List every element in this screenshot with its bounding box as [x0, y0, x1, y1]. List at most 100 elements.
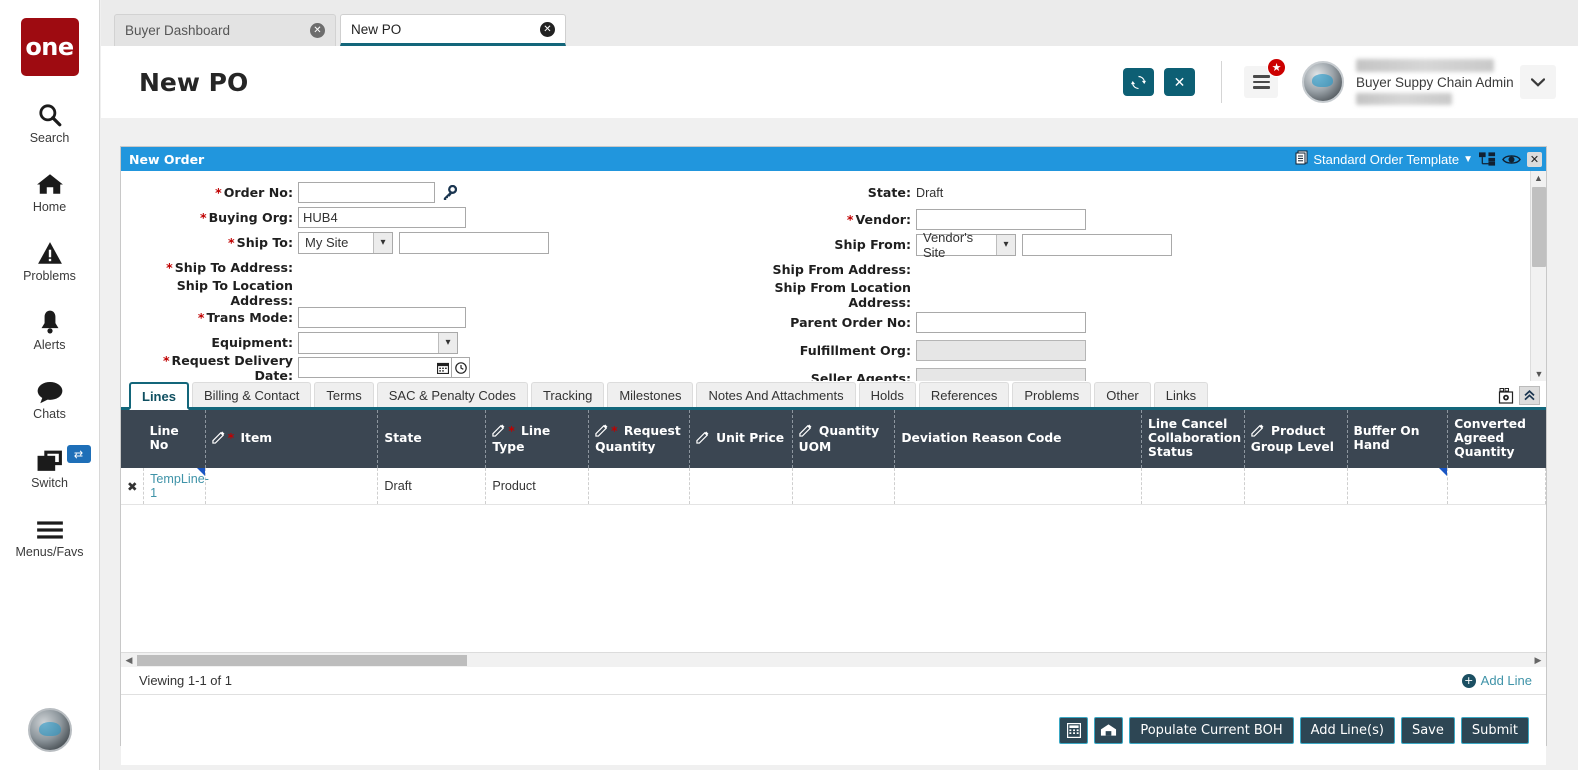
tab-new-po[interactable]: New PO ✕: [340, 14, 566, 46]
tab-tracking[interactable]: Tracking: [531, 382, 604, 407]
column-header-request-quantity[interactable]: * Request Quantity: [589, 410, 690, 468]
column-header-item[interactable]: * Item: [205, 410, 378, 468]
parent-order-no-input[interactable]: [916, 312, 1086, 333]
vendor-input[interactable]: [916, 209, 1086, 230]
field-label: *Ship To Address:: [121, 260, 298, 275]
scroll-down-arrow-icon[interactable]: ▼: [1531, 367, 1546, 381]
rail-item-search[interactable]: Search: [0, 98, 100, 145]
tab-billing-contact[interactable]: Billing & Contact: [192, 382, 311, 407]
column-header-quantity-uom[interactable]: Quantity UOM: [792, 410, 895, 468]
rail-item-problems[interactable]: Problems: [0, 236, 100, 283]
trans-mode-input[interactable]: [298, 307, 466, 328]
tab-references[interactable]: References: [919, 382, 1009, 407]
table-row[interactable]: ✖ TempLine-1 Draft Product: [121, 468, 1546, 505]
cell-quantity-uom[interactable]: [792, 468, 895, 505]
calculator-button[interactable]: [1059, 717, 1088, 744]
lines-grid-container: Line No * Item State * Line Type * Reque…: [121, 410, 1546, 667]
header-actions: ✕ ★ Buyer Suppy Chain Admin: [1113, 59, 1578, 105]
clock-icon[interactable]: [452, 357, 470, 378]
ship-to-input[interactable]: [399, 232, 549, 254]
cell-item[interactable]: [205, 468, 378, 505]
gear-settings-icon[interactable]: [1495, 386, 1516, 405]
tab-notes-and-attachments[interactable]: Notes And Attachments: [696, 382, 855, 407]
cell-line-no[interactable]: TempLine-1: [144, 468, 206, 505]
form-vertical-scrollbar[interactable]: ▲ ▼: [1530, 171, 1546, 381]
rail-item-home[interactable]: Home: [0, 167, 100, 214]
scroll-left-arrow-icon[interactable]: ◀: [121, 655, 137, 666]
cell-request-quantity[interactable]: [589, 468, 690, 505]
hamburger-icon: [1253, 73, 1270, 90]
tab-buyer-dashboard[interactable]: Buyer Dashboard ✕: [114, 14, 336, 46]
close-button[interactable]: ✕: [1164, 68, 1195, 96]
tab-sac-penalty-codes[interactable]: SAC & Penalty Codes: [377, 382, 528, 407]
column-header-product-group-level[interactable]: Product Group Level: [1244, 410, 1347, 468]
order-template-selector[interactable]: Standard Order Template ▼: [1295, 150, 1473, 168]
tab-problems[interactable]: Problems: [1012, 382, 1091, 407]
ship-from-select[interactable]: Vendor's Site ▾: [916, 234, 1016, 256]
column-header-line-no[interactable]: Line No: [144, 410, 206, 468]
order-no-input[interactable]: [298, 182, 435, 203]
tab-milestones[interactable]: Milestones: [607, 382, 693, 407]
tab-lines[interactable]: Lines: [129, 382, 189, 410]
tab-terms[interactable]: Terms: [314, 382, 373, 407]
buying-org-input[interactable]: HUB4: [298, 207, 466, 228]
rail-item-menus-favs[interactable]: Menus/Favs: [0, 512, 100, 559]
page-header: New PO ✕ ★ Buyer Suppy Chain Admin: [101, 46, 1578, 118]
tab-label: Buyer Dashboard: [125, 23, 284, 38]
double-chevron-up-icon[interactable]: [1519, 386, 1540, 405]
field-ship-from: Ship From: Vendor's Site ▾: [741, 232, 1531, 257]
delete-row-icon[interactable]: ✖: [121, 468, 144, 505]
scrollbar-thumb[interactable]: [1532, 187, 1546, 267]
close-icon[interactable]: ✕: [310, 23, 325, 38]
column-header-unit-price[interactable]: Unit Price: [689, 410, 792, 468]
cell-product-group-level[interactable]: [1244, 468, 1347, 505]
column-header-deviation-reason-code[interactable]: Deviation Reason Code: [895, 410, 1142, 468]
column-header-state[interactable]: State: [378, 410, 486, 468]
add-line-link[interactable]: + Add Line: [1462, 673, 1532, 688]
rail-item-switch[interactable]: ⇄ Switch: [0, 443, 100, 490]
panel-close-icon[interactable]: ✕: [1527, 152, 1542, 167]
save-button[interactable]: Save: [1401, 717, 1455, 744]
add-lines-button[interactable]: Add Line(s): [1300, 717, 1395, 744]
calendar-icon[interactable]: [434, 357, 452, 378]
notifications-menu-button[interactable]: ★: [1244, 66, 1278, 98]
avatar[interactable]: [1302, 61, 1344, 103]
grid-horizontal-scrollbar[interactable]: ◀ ▶: [121, 652, 1546, 667]
scrollbar-thumb[interactable]: [137, 655, 467, 666]
tab-links[interactable]: Links: [1154, 382, 1208, 407]
rail-item-alerts[interactable]: Alerts: [0, 305, 100, 352]
close-icon[interactable]: ✕: [540, 22, 555, 37]
submit-button[interactable]: Submit: [1461, 717, 1529, 744]
column-header-line-cancel-collaboration-status[interactable]: Line Cancel Collaboration Status: [1142, 410, 1245, 468]
field-request-delivery-date: *Request Delivery Date:: [121, 355, 741, 380]
field-fulfillment-org: Fulfillment Org:: [741, 338, 1531, 363]
edit-pencil-icon: [595, 424, 608, 441]
column-header-converted-agreed-quantity[interactable]: Converted Agreed Quantity: [1448, 410, 1546, 468]
refresh-button[interactable]: [1123, 68, 1154, 96]
rail-avatar[interactable]: [28, 708, 72, 752]
ship-from-input[interactable]: [1022, 234, 1172, 256]
cell-unit-price[interactable]: [689, 468, 792, 505]
column-header-line-type[interactable]: * Line Type: [486, 410, 589, 468]
ship-to-select[interactable]: My Site ▾: [298, 232, 393, 254]
scroll-right-arrow-icon[interactable]: ▶: [1530, 655, 1546, 666]
populate-current-boh-button[interactable]: Populate Current BOH: [1129, 717, 1293, 744]
tab-other[interactable]: Other: [1094, 382, 1151, 407]
user-menu-chevron-down-icon[interactable]: [1520, 65, 1556, 99]
switch-badge-icon[interactable]: ⇄: [67, 445, 91, 463]
hierarchy-icon[interactable]: [1479, 152, 1496, 166]
request-delivery-date-input[interactable]: [298, 357, 435, 378]
warehouse-button[interactable]: [1094, 717, 1123, 744]
equipment-select[interactable]: ▾: [298, 332, 458, 354]
scroll-up-arrow-icon[interactable]: ▲: [1531, 171, 1546, 185]
chevron-down-icon[interactable]: ▼: [1463, 154, 1473, 165]
column-header-buffer-on-hand[interactable]: Buffer On Hand: [1347, 410, 1448, 468]
seller-agents-input: [916, 368, 1086, 381]
key-icon[interactable]: [441, 185, 457, 201]
field-label: Ship From:: [741, 237, 916, 252]
eye-icon[interactable]: [1502, 153, 1521, 166]
cell-line-type[interactable]: Product: [486, 468, 589, 505]
user-role-label: Buyer Suppy Chain Admin: [1356, 75, 1514, 90]
tab-holds[interactable]: Holds: [859, 382, 916, 407]
rail-item-chats[interactable]: Chats: [0, 374, 100, 421]
